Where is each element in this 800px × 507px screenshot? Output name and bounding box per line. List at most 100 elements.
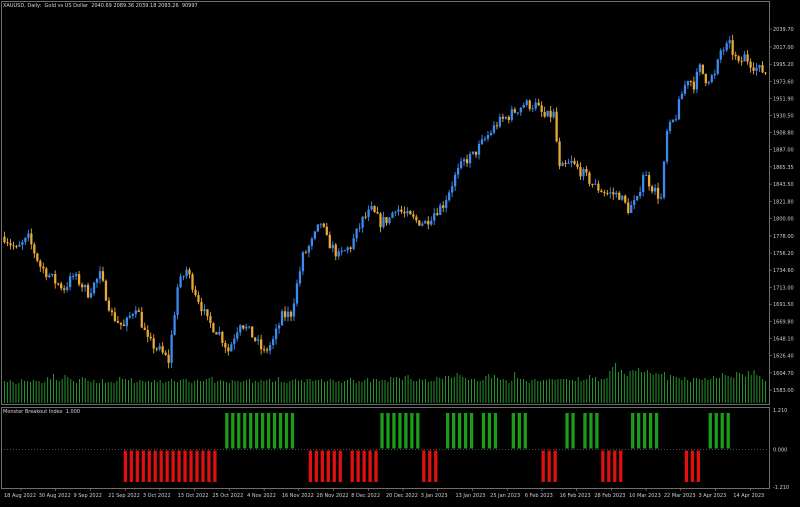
indicator-ylabel: 1.210 (773, 408, 787, 414)
candle-body (30, 233, 33, 245)
candle-body (397, 209, 400, 212)
candle-body (510, 109, 513, 120)
price-tick-label: 1604.70 (773, 371, 794, 377)
candle-body (191, 274, 194, 290)
candle-body (570, 160, 573, 163)
candle-body (591, 183, 594, 185)
candle-body (137, 310, 140, 312)
candle-body (280, 311, 284, 326)
candle-body (755, 67, 758, 71)
candle-body (633, 200, 636, 205)
candle-body (349, 247, 352, 249)
candle-body (39, 260, 42, 267)
candle-body (445, 200, 448, 208)
candle-body (89, 293, 93, 298)
price-tick-label: 1626.40 (773, 354, 794, 360)
candle-body (624, 195, 627, 203)
x-tick-label: 16 Feb 2023 (560, 493, 591, 499)
candle-body (680, 93, 684, 100)
candle-body (644, 175, 648, 177)
candle-body (453, 174, 457, 187)
candle-body (143, 327, 146, 331)
chart-title: XAUUSD, Daily: Gold vs US Dollar 2040.69… (3, 3, 198, 9)
candle-body (57, 283, 60, 285)
candle-body (764, 72, 767, 74)
candle-body (364, 216, 367, 218)
candle-body (182, 276, 185, 278)
candle-body (116, 320, 120, 323)
candle-body (233, 338, 236, 345)
candle-body (77, 274, 81, 285)
candle-body (319, 223, 322, 225)
candle-body (45, 268, 48, 278)
price-tick-label: 1995.20 (773, 62, 794, 68)
x-tick-label: 20 Dec 2022 (386, 493, 418, 499)
candle-body (119, 322, 123, 325)
candle-body (3, 236, 6, 243)
candle-body (242, 325, 245, 329)
x-tick-label: 21 Sep 2022 (108, 493, 140, 499)
candle-body (289, 311, 293, 317)
candle-body (740, 60, 743, 62)
candle-body (534, 102, 537, 109)
candle-body (701, 64, 704, 74)
candle-body (9, 243, 12, 246)
candle-body (615, 192, 618, 195)
candle-body (418, 220, 421, 226)
candle-body (436, 213, 439, 215)
candle-body (215, 332, 218, 335)
candle-body (558, 141, 561, 167)
x-tick-label: 3 Apr 2023 (699, 493, 727, 499)
candle-body (564, 162, 567, 164)
x-tick-label: 14 Apr 2023 (733, 493, 764, 499)
candle-body (609, 192, 612, 194)
candle-body (113, 312, 117, 321)
candle-body (66, 287, 69, 290)
candle-body (459, 161, 463, 169)
candle-body (719, 50, 722, 60)
candle-body (665, 130, 669, 162)
candle-body (671, 119, 675, 122)
price-tick-label: 1648.10 (773, 337, 794, 343)
candle-body (54, 274, 57, 284)
candle-body (642, 175, 645, 192)
candle-body (537, 102, 540, 106)
candle-body (489, 132, 493, 136)
candle-body (722, 50, 725, 52)
candle-body (561, 162, 564, 167)
candle-body (134, 310, 137, 315)
candle-body (95, 278, 99, 283)
candle-body (388, 217, 391, 224)
candle-body (376, 212, 379, 214)
candle-body (107, 300, 111, 311)
candle-body (749, 61, 752, 68)
candle-body (42, 266, 45, 269)
candle-body (239, 325, 242, 333)
candle-body (382, 217, 385, 228)
candle-body (594, 183, 597, 185)
candle-body (140, 311, 143, 328)
candle-body (612, 192, 615, 195)
candle-body (104, 280, 108, 301)
candle-body (462, 159, 466, 162)
candle-body (555, 111, 558, 142)
x-tick-label: 18 Aug 2022 (4, 493, 36, 499)
candle-body (379, 213, 382, 228)
candle-body (400, 209, 403, 212)
candle-body (352, 238, 355, 249)
candle-body (188, 269, 191, 275)
candle-body (245, 326, 248, 329)
candle-body (653, 187, 657, 192)
candle-body (746, 54, 749, 62)
chart-area[interactable]: 2039.70 2017.00 1995.20 1973.60 1951.90 1930.… (0, 0, 800, 503)
candle-body (60, 283, 63, 289)
candle-body (606, 193, 609, 195)
candle-body (659, 197, 663, 199)
price-tick-label: 1778.00 (773, 234, 794, 240)
candle-body (600, 190, 603, 193)
candle-body (221, 331, 224, 343)
candle-body (630, 204, 633, 213)
candle-body (254, 337, 257, 341)
candle-body (507, 116, 510, 120)
candle-body (695, 71, 699, 90)
